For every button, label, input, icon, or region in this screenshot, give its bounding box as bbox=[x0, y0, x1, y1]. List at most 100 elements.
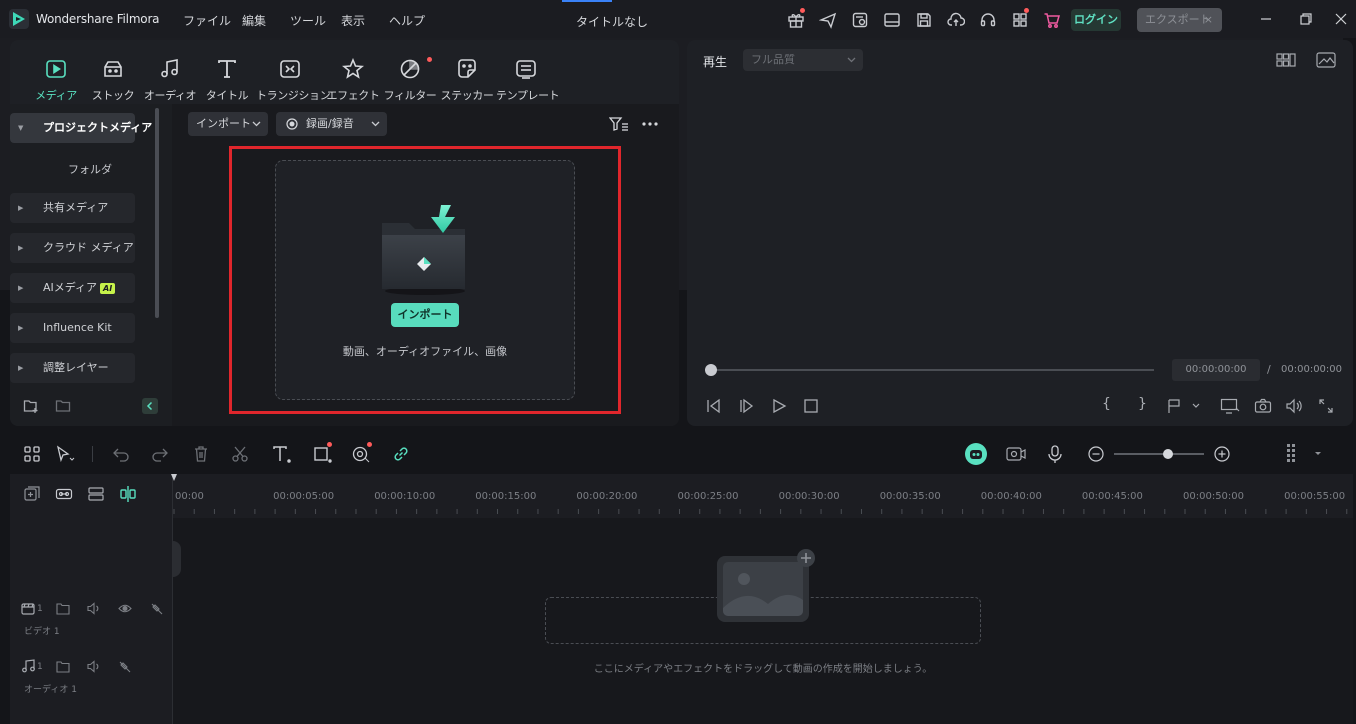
sidebar-item-shared-media[interactable]: ▶ 共有メディア bbox=[10, 193, 135, 223]
media-icon bbox=[45, 58, 67, 80]
mark-out-icon[interactable]: } bbox=[1138, 396, 1147, 412]
display-output-icon[interactable] bbox=[1220, 398, 1240, 414]
total-time: 00:00:00:00 bbox=[1281, 364, 1343, 375]
ai-assistant-robot-icon[interactable] bbox=[965, 443, 987, 465]
marker-icon[interactable] bbox=[1166, 398, 1200, 414]
audio-track-volume-icon[interactable] bbox=[87, 660, 101, 673]
select-pointer-icon[interactable] bbox=[55, 445, 75, 463]
ai-tool-icon[interactable] bbox=[352, 445, 372, 463]
timeline-playhead-handle[interactable] bbox=[173, 541, 181, 577]
play-icon[interactable] bbox=[771, 398, 787, 414]
tab-sticker-label: ステッカー bbox=[440, 89, 494, 102]
import-dropdown-label: インポート bbox=[196, 117, 251, 130]
playback-playhead[interactable] bbox=[705, 364, 717, 376]
crop-icon[interactable] bbox=[313, 445, 333, 463]
restore-icon[interactable] bbox=[1299, 12, 1313, 26]
sidebar-item-folder[interactable]: フォルダ bbox=[68, 161, 112, 177]
snap-magnet-icon[interactable] bbox=[119, 485, 137, 503]
folder-icon[interactable] bbox=[55, 398, 71, 414]
more-options-icon[interactable] bbox=[641, 116, 659, 132]
quality-select[interactable]: フル品質 bbox=[743, 49, 863, 71]
tab-media[interactable]: メディア bbox=[28, 58, 84, 103]
zoom-in-icon[interactable] bbox=[1213, 445, 1231, 463]
tab-effect[interactable]: エフェクト bbox=[325, 58, 381, 103]
ai-badge: AI bbox=[100, 282, 116, 294]
project-icon[interactable] bbox=[851, 11, 869, 29]
filter-sort-icon[interactable] bbox=[609, 116, 629, 132]
apps-grid-icon[interactable] bbox=[1011, 11, 1029, 29]
menu-edit[interactable]: 編集 bbox=[242, 12, 266, 29]
login-button[interactable]: ログイン bbox=[1071, 9, 1121, 31]
tab-transition-label: トランジション bbox=[256, 89, 331, 102]
previous-frame-icon[interactable] bbox=[705, 398, 723, 414]
link-icon[interactable] bbox=[392, 445, 410, 463]
audio-track-lock-icon[interactable] bbox=[56, 660, 70, 673]
tab-filter[interactable]: フィルター bbox=[382, 58, 438, 103]
tab-audio-label: オーディオ bbox=[143, 89, 197, 102]
zoom-slider-knob[interactable] bbox=[1163, 449, 1173, 459]
video-track-audio-icon[interactable] bbox=[87, 602, 101, 615]
minimize-icon[interactable] bbox=[1259, 12, 1273, 26]
fullscreen-icon[interactable] bbox=[1318, 398, 1334, 414]
layout-grid-icon[interactable] bbox=[23, 445, 41, 463]
tab-stock[interactable]: ストック bbox=[85, 58, 141, 103]
track-settings-icon[interactable] bbox=[1285, 443, 1325, 465]
sidebar-item-ai-media[interactable]: ▶ AIメディア AI bbox=[10, 273, 135, 303]
mark-in-icon[interactable]: { bbox=[1102, 396, 1111, 412]
redo-icon[interactable] bbox=[151, 445, 169, 463]
sidebar-item-adjustment-layer[interactable]: ▶ 調整レイヤー bbox=[10, 353, 135, 383]
video-track-mute-icon[interactable] bbox=[150, 602, 164, 615]
undo-icon[interactable] bbox=[112, 445, 130, 463]
tab-transition[interactable]: トランジション bbox=[256, 58, 331, 103]
import-dropdown[interactable]: インポート bbox=[188, 112, 268, 136]
cloud-upload-icon[interactable] bbox=[947, 11, 965, 29]
tab-title[interactable]: タイトル bbox=[199, 58, 255, 103]
video-track-lock-icon[interactable] bbox=[56, 602, 70, 615]
cut-scissors-icon[interactable] bbox=[231, 445, 249, 463]
menu-help[interactable]: ヘルプ bbox=[389, 12, 425, 29]
transition-icon bbox=[279, 58, 301, 80]
next-frame-icon[interactable] bbox=[738, 398, 756, 414]
tab-audio[interactable]: オーディオ bbox=[142, 58, 198, 103]
close-window-icon[interactable] bbox=[1334, 12, 1348, 26]
filmora-logo-icon bbox=[9, 9, 29, 29]
zoom-slider-track[interactable] bbox=[1114, 453, 1204, 455]
cart-icon[interactable] bbox=[1043, 11, 1061, 29]
microphone-icon[interactable] bbox=[1046, 444, 1064, 464]
text-tool-icon[interactable] bbox=[272, 445, 292, 463]
video-track-icon bbox=[21, 601, 35, 615]
collapse-sidebar-icon[interactable] bbox=[142, 398, 158, 414]
add-track-icon[interactable] bbox=[23, 485, 41, 503]
sidebar-scrollbar[interactable] bbox=[155, 108, 159, 318]
sidebar-item-project-media[interactable]: ▼ プロジェクトメディア bbox=[10, 113, 152, 143]
camera-snapshot-icon[interactable] bbox=[1254, 398, 1272, 414]
export-button[interactable]: エクスポート × bbox=[1137, 8, 1222, 32]
menu-view[interactable]: 表示 bbox=[341, 12, 365, 29]
tab-template[interactable]: テンプレート bbox=[496, 58, 560, 103]
new-folder-icon[interactable] bbox=[23, 398, 39, 414]
gift-icon[interactable] bbox=[787, 11, 805, 29]
sidebar-item-cloud-media[interactable]: ▶ クラウド メディア bbox=[10, 233, 135, 263]
zoom-out-icon[interactable] bbox=[1087, 445, 1105, 463]
snapshot-image-icon[interactable] bbox=[1316, 52, 1336, 68]
record-dropdown[interactable]: 録画/録音 bbox=[276, 112, 387, 136]
send-icon[interactable] bbox=[819, 11, 837, 29]
headset-support-icon[interactable] bbox=[979, 11, 997, 29]
stop-icon[interactable] bbox=[803, 398, 819, 414]
audio-track-mute-icon[interactable] bbox=[118, 660, 132, 673]
delete-trash-icon[interactable] bbox=[192, 445, 210, 463]
layout-icon[interactable] bbox=[883, 11, 901, 29]
volume-icon[interactable] bbox=[1285, 398, 1303, 414]
tab-sticker[interactable]: ステッカー bbox=[439, 58, 495, 103]
grid-view-icon[interactable] bbox=[1276, 53, 1296, 67]
playback-progress-track[interactable] bbox=[710, 369, 1154, 371]
video-track-visibility-eye-icon[interactable] bbox=[118, 602, 132, 615]
link-clips-icon[interactable] bbox=[55, 485, 73, 503]
camera-record-icon[interactable] bbox=[1005, 444, 1027, 464]
menu-tools[interactable]: ツール bbox=[290, 12, 326, 29]
save-icon[interactable] bbox=[915, 11, 933, 29]
sidebar-item-influence-kit[interactable]: ▶ Influence Kit bbox=[10, 313, 135, 343]
menu-file[interactable]: ファイル bbox=[183, 12, 231, 29]
expand-arrow-icon: ▶ bbox=[18, 204, 24, 212]
track-manager-icon[interactable] bbox=[87, 485, 105, 503]
